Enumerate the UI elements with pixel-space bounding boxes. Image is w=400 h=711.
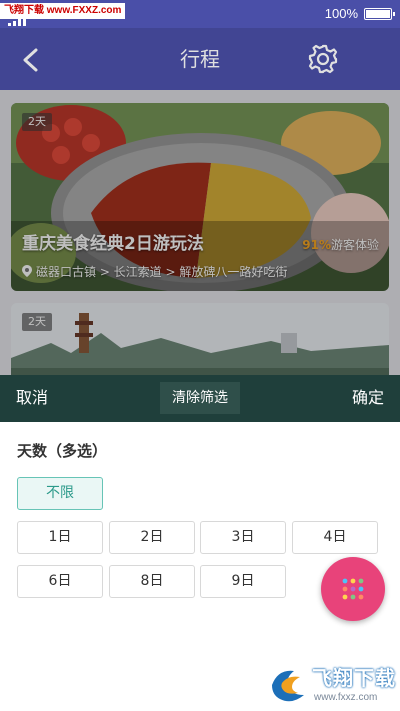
- signal-icon: [8, 18, 28, 26]
- floating-menu-button[interactable]: [321, 557, 385, 621]
- day-option-4[interactable]: 4日: [292, 521, 378, 554]
- header-overlay: [0, 28, 400, 90]
- content-overlay[interactable]: [0, 90, 400, 375]
- battery-icon: [364, 8, 395, 20]
- confirm-button[interactable]: 确定: [352, 386, 384, 410]
- cancel-button[interactable]: 取消: [16, 386, 48, 410]
- day-option-2[interactable]: 2日: [109, 521, 195, 554]
- watermark-title: 飞翔下载: [312, 666, 396, 690]
- watermark-url: www.fxxz.com: [314, 692, 378, 703]
- days-section-title: 天数（多选）: [17, 442, 108, 460]
- site-watermark: 飞翔下载 www.fxxz.com: [268, 663, 396, 709]
- day-option-3[interactable]: 3日: [200, 521, 286, 554]
- day-option-6[interactable]: 6日: [17, 565, 103, 598]
- battery-percent: 100%: [324, 6, 358, 21]
- day-option-1[interactable]: 1日: [17, 521, 103, 554]
- status-watermark: 飞翔下载 www.FXXZ.com: [0, 3, 126, 19]
- status-bar: 飞翔下载 www.FXXZ.com 100%: [0, 0, 400, 28]
- day-option-unlimited[interactable]: 不限: [17, 477, 103, 510]
- clear-filter-button[interactable]: 清除筛选: [160, 382, 240, 414]
- fxxz-logo-icon: [272, 670, 304, 702]
- filter-action-bar: 取消 清除筛选 确定: [0, 375, 400, 422]
- app-header: 行程: [0, 28, 400, 90]
- day-option-8[interactable]: 8日: [109, 565, 195, 598]
- day-option-9[interactable]: 9日: [200, 565, 286, 598]
- dots-grid-icon: [342, 578, 364, 600]
- trip-list: 2天 重庆美食经典2日游玩法 91%游客体验 磁器口古镇 > 长江索道 > 解放…: [0, 90, 400, 375]
